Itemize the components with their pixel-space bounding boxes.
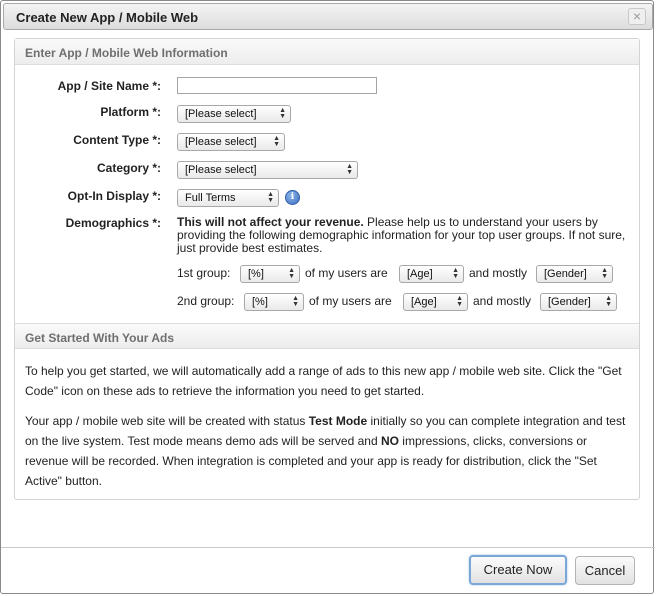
category-select[interactable]: [Please select] ▲ ▼	[177, 161, 358, 179]
create-app-dialog: Create New App / Mobile Web × Enter App …	[0, 0, 655, 594]
cancel-button[interactable]: Cancel	[575, 556, 635, 585]
group2-percent-selected: [%]	[252, 296, 268, 308]
app-name-input[interactable]	[177, 77, 377, 94]
optin-display-selected: Full Terms	[185, 192, 236, 204]
select-arrows-icon: ▲ ▼	[456, 295, 463, 308]
group1-percent-selected: [%]	[248, 268, 264, 280]
group2-mid-text: of my users are	[309, 294, 392, 308]
content-type-select[interactable]: [Please select] ▲ ▼	[177, 133, 285, 151]
select-arrows-icon: ▲ ▼	[346, 163, 353, 176]
content-type-selected: [Please select]	[185, 136, 257, 148]
content-type-label: Content Type *:	[73, 133, 161, 147]
category-label: Category *:	[96, 161, 161, 175]
group2-label: 2nd group:	[177, 294, 235, 308]
demographics-note: This will not affect your revenue. Pleas…	[177, 216, 627, 255]
group2-age-selected: [Age]	[411, 296, 437, 308]
para2-text-a: Your app / mobile web site will be creat…	[25, 414, 309, 428]
select-arrows-icon: ▲ ▼	[605, 295, 612, 308]
group2-percent-select[interactable]: [%] ▲ ▼	[244, 293, 304, 311]
platform-select[interactable]: [Please select] ▲ ▼	[177, 105, 291, 123]
group1-age-selected: [Age]	[407, 268, 433, 280]
group1-and-text: and mostly	[469, 266, 528, 280]
group2-gender-select[interactable]: [Gender] ▲ ▼	[540, 293, 617, 311]
group2-gender-selected: [Gender]	[548, 296, 591, 308]
app-name-label: App / Site Name *:	[57, 79, 161, 93]
close-icon[interactable]: ×	[628, 8, 646, 25]
group2-and-text: and mostly	[473, 294, 532, 308]
form-panel: Enter App / Mobile Web Information App /…	[14, 38, 640, 500]
select-arrows-icon: ▲ ▼	[292, 295, 299, 308]
group2-age-select[interactable]: [Age] ▲ ▼	[403, 293, 468, 311]
select-arrows-icon: ▲ ▼	[279, 107, 286, 120]
ads-paragraph-1: To help you get started, we will automat…	[25, 364, 622, 398]
footer-divider	[1, 547, 655, 548]
info-section-header: Enter App / Mobile Web Information	[15, 39, 639, 65]
info-section-title: Enter App / Mobile Web Information	[25, 46, 228, 60]
group1-mid-text: of my users are	[305, 266, 388, 280]
optin-display-select[interactable]: Full Terms ▲ ▼	[177, 189, 279, 207]
select-arrows-icon: ▲ ▼	[288, 267, 295, 280]
ads-section-title: Get Started With Your Ads	[25, 331, 175, 345]
group1-label: 1st group:	[177, 266, 231, 280]
ads-paragraph-2: Your app / mobile web site will be creat…	[25, 411, 631, 491]
create-now-button[interactable]: Create Now	[469, 555, 567, 585]
demographics-note-bold: This will not affect your revenue.	[177, 215, 364, 229]
category-selected: [Please select]	[185, 164, 257, 176]
demographics-label: Demographics *:	[65, 216, 161, 230]
optin-display-label: Opt-In Display *:	[67, 189, 161, 203]
group1-gender-select[interactable]: [Gender] ▲ ▼	[536, 265, 613, 283]
group1-percent-select[interactable]: [%] ▲ ▼	[240, 265, 300, 283]
para2-no: NO	[380, 434, 399, 448]
dialog-titlebar[interactable]: Create New App / Mobile Web ×	[3, 3, 653, 30]
platform-label: Platform *:	[100, 105, 161, 119]
select-arrows-icon: ▲ ▼	[267, 191, 274, 204]
group1-age-select[interactable]: [Age] ▲ ▼	[399, 265, 464, 283]
para2-test-mode: Test Mode	[308, 414, 368, 428]
select-arrows-icon: ▲ ▼	[601, 267, 608, 280]
platform-selected: [Please select]	[185, 108, 257, 120]
group1-gender-selected: [Gender]	[544, 268, 587, 280]
info-icon[interactable]: i	[285, 190, 300, 205]
ads-section-header: Get Started With Your Ads	[15, 323, 639, 349]
select-arrows-icon: ▲ ▼	[273, 135, 280, 148]
select-arrows-icon: ▲ ▼	[452, 267, 459, 280]
dialog-title: Create New App / Mobile Web	[16, 10, 199, 25]
